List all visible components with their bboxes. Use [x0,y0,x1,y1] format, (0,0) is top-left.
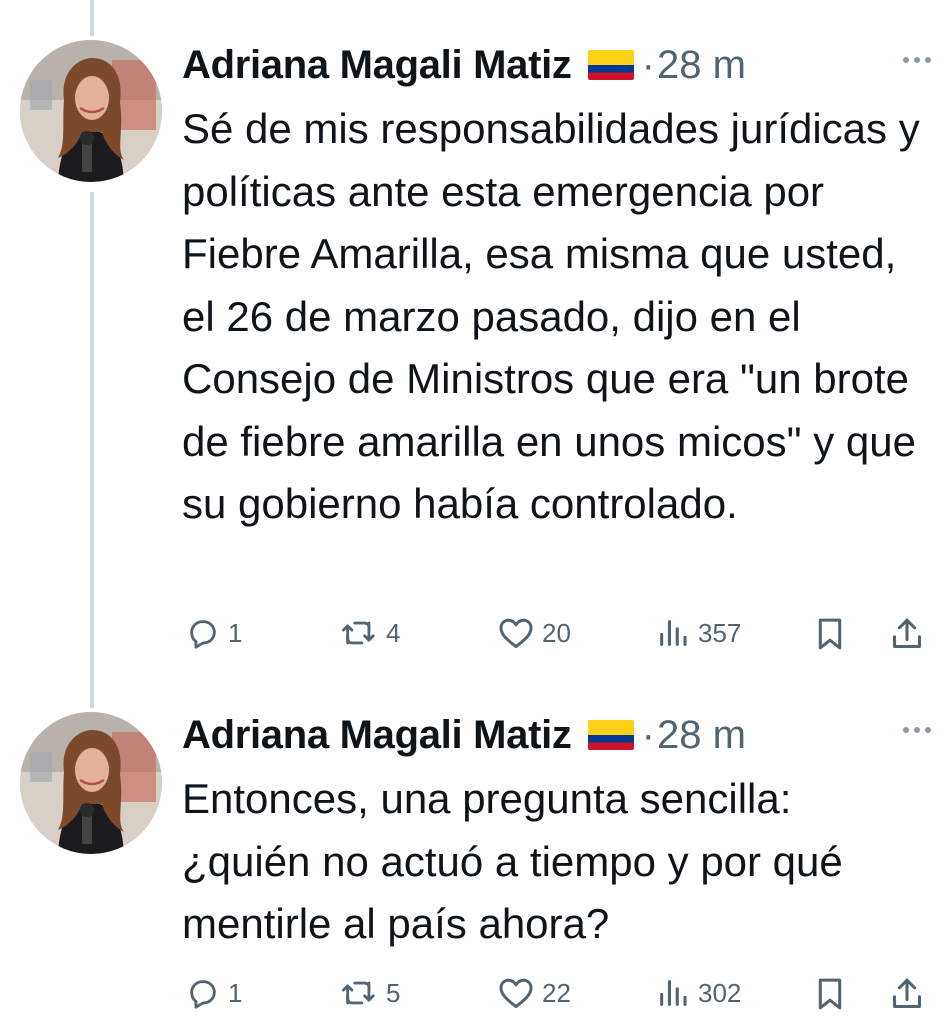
tweet-header: Adriana Magali Matiz · 28 m [182,40,746,90]
reply-count: 1 [228,977,243,1008]
repost-count: 5 [386,977,401,1008]
colombia-flag-icon [587,50,634,80]
repost-icon [341,981,375,1005]
reply-icon [190,980,216,1009]
like-count: 20 [542,617,571,648]
views-icon [660,980,687,1006]
bookmark-button[interactable] [814,976,846,1012]
more-icon[interactable] [902,726,932,734]
views-count: 357 [698,617,742,648]
repost-count: 4 [386,617,401,648]
more-icon[interactable] [902,56,932,64]
separator-dot: · [641,42,655,87]
tweet-text: Entonces, una pregunta sencilla: ¿quién … [182,775,843,947]
avatar[interactable] [20,40,162,182]
share-icon [893,978,921,1008]
tweet[interactable]: Adriana Magali Matiz · 28 m Entonces, un… [0,710,950,1024]
timestamp[interactable]: 28 m [657,713,746,758]
share-button[interactable] [890,616,924,652]
views-button[interactable]: 357 [656,616,741,650]
reply-button[interactable]: 1 [186,976,242,1010]
share-button[interactable] [890,976,924,1012]
like-button[interactable]: 22 [498,976,571,1010]
author-name[interactable]: Adriana Magali Matiz [182,43,572,88]
repost-button[interactable]: 4 [340,616,400,650]
bookmark-button[interactable] [814,616,846,652]
repost-button[interactable]: 5 [340,976,400,1010]
reply-icon [190,620,216,649]
heart-icon [499,978,533,1008]
share-icon [893,618,921,648]
bookmark-icon [818,978,842,1010]
like-button[interactable]: 20 [498,616,571,650]
colombia-flag-icon [587,720,634,750]
reply-count: 1 [228,617,243,648]
tweet-header: Adriana Magali Matiz · 28 m [182,710,746,760]
thread-line-top [90,0,94,36]
views-count: 302 [698,977,742,1008]
timestamp[interactable]: 28 m [657,43,746,88]
action-bar: 1 5 22 302 [0,976,950,1016]
heart-icon [499,618,533,648]
action-bar: 1 4 20 357 [0,616,950,656]
bookmark-icon [818,618,842,650]
views-button[interactable]: 302 [656,976,741,1010]
author-name[interactable]: Adriana Magali Matiz [182,713,572,758]
separator-dot: · [641,712,655,757]
tweet-text: Sé de mis responsabilidades jurídicas y … [182,105,920,527]
views-icon [660,620,687,646]
reply-button[interactable]: 1 [186,616,242,650]
repost-icon [341,621,375,645]
avatar[interactable] [20,712,162,854]
tweet[interactable]: Adriana Magali Matiz · 28 m Sé de mis re… [0,40,950,690]
like-count: 22 [542,977,571,1008]
